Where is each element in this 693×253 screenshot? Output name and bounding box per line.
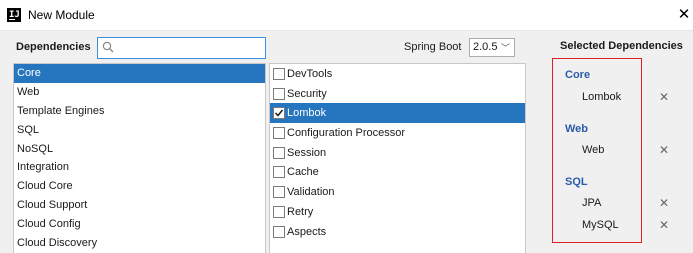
search-box[interactable]	[97, 37, 266, 59]
spring-boot-label: Spring Boot	[404, 41, 462, 53]
selected-item-lombok: Lombok	[582, 91, 622, 103]
checkbox[interactable]	[273, 225, 285, 238]
chevron-down-icon: ﹀	[500, 43, 510, 53]
selected-item-web: Web	[582, 144, 605, 156]
dependencies-label: Dependencies	[16, 41, 91, 53]
dependency-label: Validation	[287, 186, 335, 199]
selected-dependencies-title: Selected Dependencies	[560, 40, 683, 52]
title-bar: IJ New Module ✕	[0, 0, 693, 31]
category-item[interactable]: Core	[14, 64, 265, 83]
category-item[interactable]: Cloud Core	[14, 177, 265, 196]
category-item[interactable]: Cloud Discovery	[14, 234, 265, 253]
dependency-item[interactable]: DevTools	[270, 64, 525, 84]
category-item[interactable]: Integration	[14, 158, 265, 177]
dependency-label: Security	[287, 87, 327, 100]
search-icon	[102, 41, 114, 53]
spring-boot-version-select[interactable]: 2.0.5 ﹀	[469, 38, 515, 57]
spring-boot-version-value: 2.0.5	[473, 41, 498, 53]
category-item[interactable]: Cloud Support	[14, 196, 265, 215]
remove-web-button[interactable]: ✕	[659, 143, 669, 157]
category-item[interactable]: Cloud Config	[14, 215, 265, 234]
category-item[interactable]: Web	[14, 83, 265, 102]
dependency-item[interactable]: Security	[270, 84, 525, 104]
checkmark-icon	[274, 109, 284, 117]
dependency-label: DevTools	[287, 68, 333, 80]
category-item[interactable]: NoSQL	[14, 140, 265, 159]
checkbox[interactable]	[273, 186, 285, 199]
dependency-item[interactable]: Configuration Processor	[270, 123, 525, 143]
category-list[interactable]: Core Web Template Engines SQL NoSQL Integrati…	[13, 63, 266, 253]
selected-item-mysql: MySQL	[582, 219, 619, 231]
dependency-item[interactable]: Cache	[270, 162, 525, 182]
dependency-item[interactable]: Retry	[270, 202, 525, 222]
dependency-item[interactable]: Validation	[270, 182, 525, 202]
dependency-label: Aspects	[287, 225, 327, 238]
dependency-label: Session	[287, 146, 327, 159]
checkbox[interactable]	[273, 87, 285, 100]
checkbox[interactable]	[273, 127, 285, 140]
category-item[interactable]: SQL	[14, 121, 265, 140]
dependency-item[interactable]: Aspects	[270, 222, 525, 242]
category-item[interactable]: Template Engines	[14, 102, 265, 121]
dependency-label: Lombok	[287, 107, 327, 120]
remove-jpa-button[interactable]: ✕	[659, 196, 669, 210]
checkbox[interactable]	[273, 166, 285, 179]
checkbox[interactable]	[273, 68, 285, 80]
dependency-label: Retry	[287, 205, 314, 218]
selected-group-core: Core	[565, 69, 591, 81]
dependency-list[interactable]: DevTools Security Lombok Configuration Proc…	[269, 63, 526, 253]
checkbox[interactable]	[273, 146, 285, 159]
search-input[interactable]	[118, 40, 262, 56]
intellij-icon: IJ	[7, 8, 21, 22]
selected-group-sql: SQL	[565, 176, 588, 188]
dependency-item[interactable]: Lombok	[270, 103, 525, 124]
checkbox[interactable]	[273, 205, 285, 218]
checkbox[interactable]	[273, 107, 285, 120]
selected-group-web: Web	[565, 123, 589, 135]
dependency-label: Configuration Processor	[287, 127, 406, 140]
selected-item-jpa: JPA	[582, 197, 602, 209]
window-title: New Module	[28, 8, 95, 22]
dependency-item[interactable]: Session	[270, 143, 525, 163]
remove-mysql-button[interactable]: ✕	[659, 218, 669, 232]
dependency-label: Cache	[287, 166, 319, 179]
remove-lombok-button[interactable]: ✕	[659, 90, 669, 104]
close-window-button[interactable]: ✕	[675, 0, 693, 31]
